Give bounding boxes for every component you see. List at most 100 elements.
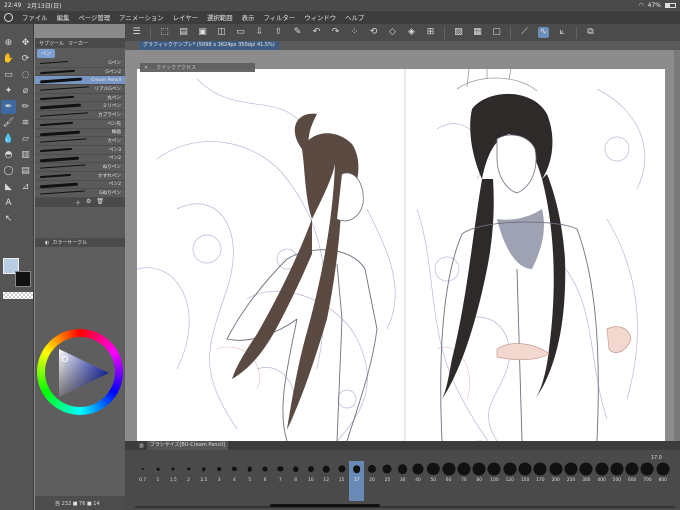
perspective-icon[interactable]: ⟀ [557,27,568,38]
subtool-tab-subtool[interactable]: サブツール [39,40,64,47]
document-tab[interactable]: グラフィックテンプレ* (5098 x 3624px 350dpi 41.5%) [139,41,279,50]
select-icon[interactable]: ⊞ [425,27,436,38]
brush-item[interactable]: ペン2 [35,155,125,164]
brush-size-option[interactable]: 300 [579,461,594,501]
fill-tool-icon[interactable]: ◓ [1,148,16,162]
pencil-tool-icon[interactable]: ✏ [18,100,33,114]
brush-item[interactable]: ミリペン [35,102,125,112]
ruler-tool-icon[interactable]: ◣ [1,180,16,194]
brush-size-option[interactable]: 1.5 [166,461,181,501]
brush-item[interactable]: ペン先 [35,120,125,129]
frame-tool-icon[interactable]: ▤ [18,164,33,178]
import-icon[interactable]: ⇩ [254,27,265,38]
brush-item[interactable]: かすれペン [35,172,125,181]
text-tool-icon[interactable]: A [1,196,16,210]
brush-size-option[interactable]: 40 [410,461,425,501]
menu-filter[interactable]: フィルター [263,13,295,22]
wand-tool-icon[interactable]: ✦ [1,84,16,98]
brush-size-option[interactable]: 800 [655,461,670,501]
brush-size-option[interactable]: 15 [334,461,349,501]
object-tool-icon[interactable]: ↖ [1,212,16,226]
layer-icon[interactable]: ◫ [216,27,227,38]
menu-view[interactable]: 表示 [242,13,255,22]
brush-size-option[interactable]: 250 [563,461,578,501]
saturation-triangle[interactable] [51,347,113,399]
blend-tool-icon[interactable]: 💧 [1,132,16,146]
brush-size-option[interactable]: 5 [242,461,257,501]
move-tool-icon[interactable]: ✥ [18,36,33,50]
menu-page[interactable]: ページ管理 [78,13,110,22]
brush-size-option[interactable]: 2.5 [196,461,211,501]
brush-size-option[interactable]: 70 [456,461,471,501]
undo-icon[interactable]: ↶ [311,27,322,38]
brush-item[interactable]: カペン [35,137,125,146]
brush-size-option[interactable]: 3 [211,461,226,501]
open-icon[interactable]: ▤ [178,27,189,38]
transform-icon[interactable]: ⟲ [368,27,379,38]
brush-item[interactable]: Gペン [35,59,125,68]
brush-size-option[interactable]: 20 [364,461,379,501]
clear-icon[interactable]: ◇ [387,27,398,38]
menu-animation[interactable]: アニメーション [119,13,163,22]
brush-item[interactable]: カブラペン [35,111,125,120]
brush-item[interactable]: ペン3 [35,146,125,155]
menu-icon[interactable]: ☰ [131,27,142,38]
new-file-icon[interactable]: ⬚ [159,27,170,38]
brush-item[interactable]: ぬりペン [35,163,125,172]
deselect-icon[interactable]: ▨ [453,27,464,38]
trash-icon[interactable]: 🗑 [96,198,104,207]
eraser-tool-icon[interactable]: ▱ [18,132,33,146]
brush-size-option[interactable]: 2 [181,461,196,501]
brush-size-option[interactable]: 150 [517,461,532,501]
menu-help[interactable]: ヘルプ [345,13,364,22]
drawing-canvas[interactable] [137,69,665,441]
share-icon[interactable]: ⧉ [585,27,596,38]
tab-pen[interactable]: ペン [37,49,56,58]
brush-item[interactable]: 線画 [35,129,125,138]
save-icon[interactable]: ▣ [197,27,208,38]
menu-file[interactable]: ファイル [22,13,48,22]
size-scrollbar[interactable] [135,506,675,508]
menu-selection[interactable]: 選択範囲 [207,13,233,22]
add-brush-icon[interactable]: ＋ [75,198,81,207]
invert-icon[interactable]: ▦ [472,27,483,38]
brush-tool-icon[interactable]: 🖌 [1,116,16,130]
sub-color-swatch[interactable] [15,271,31,287]
brush-size-option[interactable]: 50 [426,461,441,501]
brush-size-option[interactable]: 400 [594,461,609,501]
lasso-tool-icon[interactable]: ◌ [18,68,33,82]
vector-tool-icon[interactable]: ⊿ [18,180,33,194]
zoom-tool-icon[interactable]: ⊕ [1,36,16,50]
gradient-tool-icon[interactable]: ▥ [18,148,33,162]
export-icon[interactable]: ⇧ [273,27,284,38]
brush-size-option[interactable]: 1 [150,461,165,501]
pen-icon[interactable]: ✎ [292,27,303,38]
home-indicator[interactable] [270,504,380,507]
hand-tool-icon[interactable]: ✋ [1,52,16,66]
settings-icon[interactable]: ⚙ [86,198,91,207]
brush-item[interactable]: 丸ペン [35,94,125,103]
brush-size-option[interactable]: 500 [609,461,624,501]
brush-size-option[interactable]: 7 [273,461,288,501]
airbrush-tool-icon[interactable]: ≋ [18,116,33,130]
brush-size-option[interactable]: 100 [487,461,502,501]
brush-size-option[interactable]: 10 [303,461,318,501]
brush-size-option[interactable]: 170 [533,461,548,501]
menu-edit[interactable]: 編集 [57,13,70,22]
menu-layer[interactable]: レイヤー [173,13,198,22]
brush-item[interactable]: Gペン2 [35,68,125,77]
vertical-scrollbar[interactable] [674,50,680,441]
balloon-tool-icon[interactable] [18,196,33,210]
brush-item[interactable]: ペン2 [35,181,125,190]
crop-icon[interactable]: ▢ [491,27,502,38]
brush-size-option[interactable]: 12 [319,461,334,501]
redo-icon[interactable]: ↷ [330,27,341,38]
brush-size-option[interactable]: 6 [257,461,272,501]
brush-size-option[interactable]: 600 [625,461,640,501]
brush-item[interactable]: Cream Pencil [35,76,125,86]
brush-size-option[interactable]: 4 [227,461,242,501]
menu-window[interactable]: ウィンドウ [304,13,336,22]
pen-tool-icon[interactable]: ✒ [1,100,16,114]
brush-size-option[interactable]: 17 [349,461,365,501]
select-tool-icon[interactable]: ▭ [1,68,16,82]
